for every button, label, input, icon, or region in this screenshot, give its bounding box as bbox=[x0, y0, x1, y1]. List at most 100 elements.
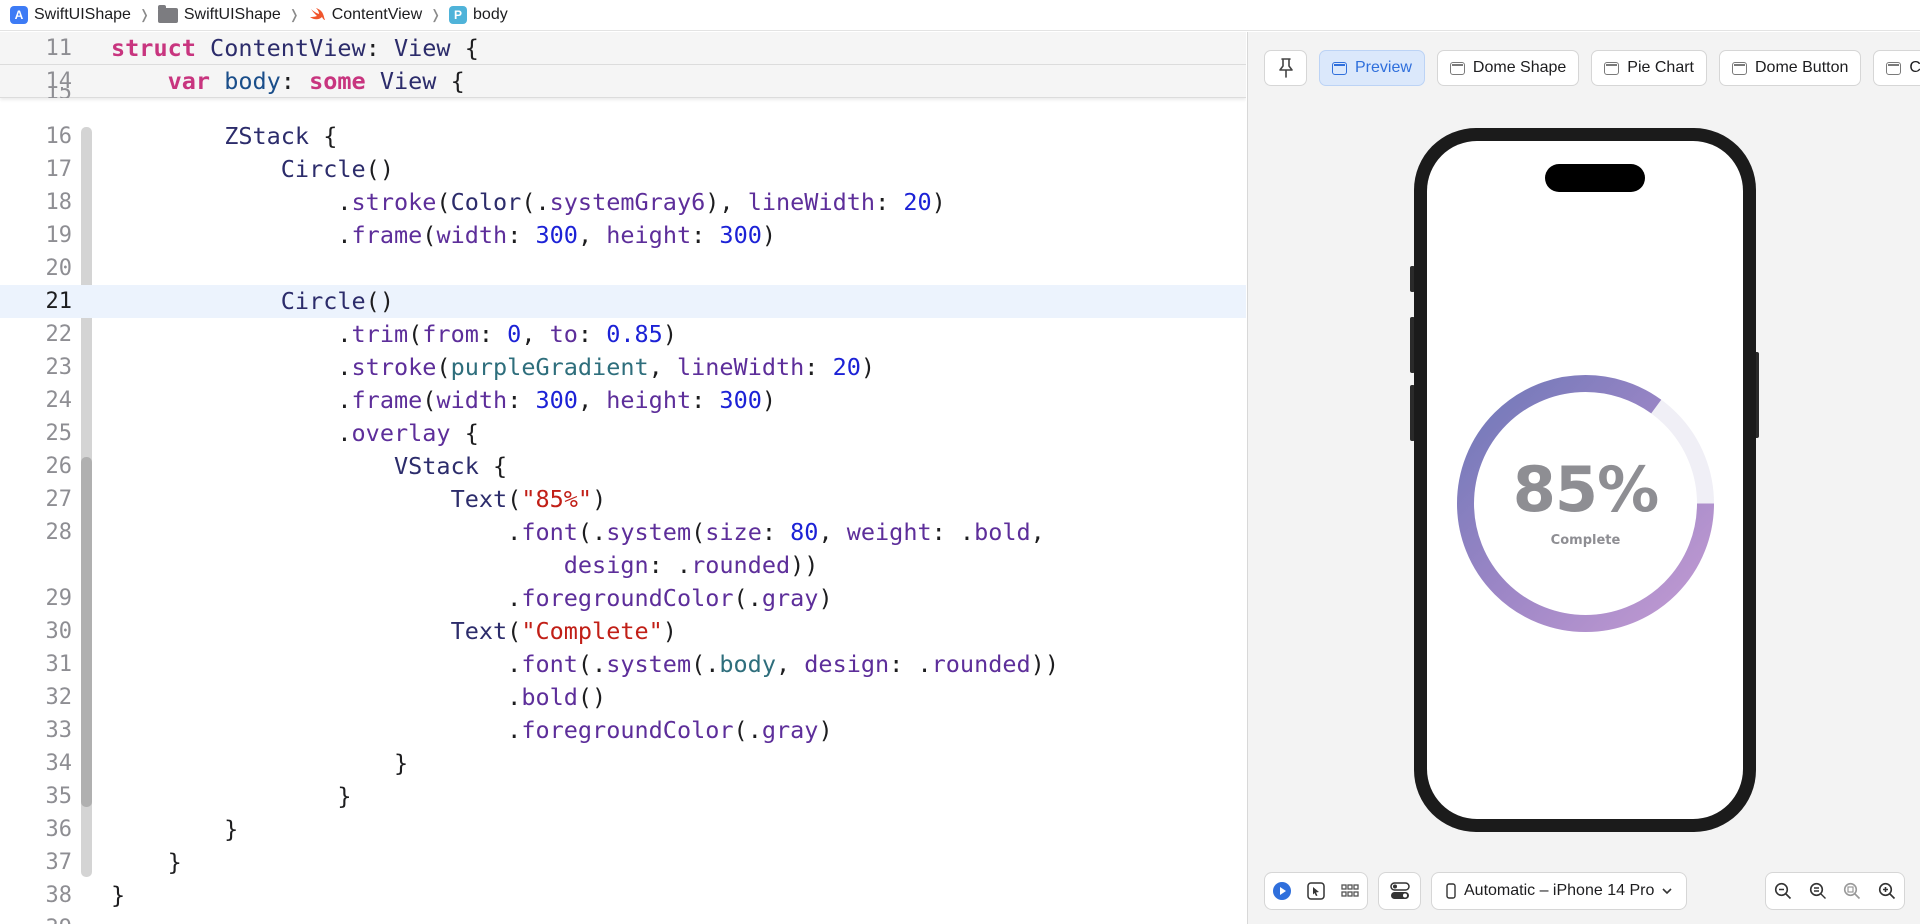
code-token: { bbox=[450, 34, 479, 62]
code-line[interactable]: 21 Circle() bbox=[0, 285, 1246, 318]
code-line[interactable]: 35 } bbox=[0, 780, 1246, 813]
line-number[interactable]: 37 bbox=[0, 846, 73, 879]
device-settings-button[interactable] bbox=[1378, 872, 1421, 910]
code-line[interactable]: 26 VStack { bbox=[0, 450, 1246, 483]
line-number[interactable]: 17 bbox=[0, 153, 73, 186]
tab-preview[interactable]: Preview bbox=[1319, 50, 1425, 86]
breadcrumb-folder[interactable]: SwiftUIShape bbox=[157, 4, 281, 24]
zoom-to-fit-button[interactable] bbox=[1837, 876, 1867, 906]
breadcrumb-symbol[interactable]: P body bbox=[449, 6, 508, 24]
code-line[interactable]: 38} bbox=[0, 879, 1246, 912]
code-line[interactable]: 28 .font(.system(size: 80, weight: .bold… bbox=[0, 516, 1246, 549]
live-preview-button[interactable] bbox=[1267, 876, 1297, 906]
line-number[interactable]: 15 bbox=[0, 87, 73, 98]
code-line[interactable]: 31 .font(.system(.body, design: .rounded… bbox=[0, 648, 1246, 681]
code-token: : bbox=[804, 353, 833, 381]
code-line[interactable]: 34 } bbox=[0, 747, 1246, 780]
variants-button[interactable] bbox=[1335, 876, 1365, 906]
line-number[interactable]: 28 bbox=[0, 516, 73, 549]
tab-circle-truncated[interactable]: Ci bbox=[1873, 50, 1920, 86]
code-token: design bbox=[804, 650, 890, 678]
line-number[interactable]: 26 bbox=[0, 450, 73, 483]
line-number[interactable]: 22 bbox=[0, 318, 73, 351]
line-number[interactable]: 30 bbox=[0, 615, 73, 648]
line-number[interactable]: 34 bbox=[0, 747, 73, 780]
code-line[interactable]: design: .rounded)) bbox=[0, 549, 1246, 582]
zoom-to-100-button[interactable] bbox=[1803, 876, 1833, 906]
zoom-controls bbox=[1765, 872, 1905, 910]
code-token: gray bbox=[761, 584, 819, 612]
code-line[interactable]: 19 .frame(width: 300, height: 300) bbox=[0, 219, 1246, 252]
line-number[interactable]: 31 bbox=[0, 648, 73, 681]
code-token: (. bbox=[691, 650, 720, 678]
line-number[interactable]: 38 bbox=[0, 879, 73, 912]
line-number[interactable]: 16 bbox=[0, 120, 73, 153]
code-line[interactable]: 22 .trim(from: 0, to: 0.85) bbox=[0, 318, 1246, 351]
line-number[interactable]: 33 bbox=[0, 714, 73, 747]
line-number[interactable]: 29 bbox=[0, 582, 73, 615]
selectable-mode-button[interactable] bbox=[1301, 876, 1331, 906]
zoom-out-button[interactable] bbox=[1768, 876, 1798, 906]
line-number[interactable]: 23 bbox=[0, 351, 73, 384]
code-line[interactable]: 37 } bbox=[0, 846, 1246, 879]
line-number[interactable]: 27 bbox=[0, 483, 73, 516]
code-token: 300 bbox=[535, 386, 578, 414]
code-line[interactable]: 36 } bbox=[0, 813, 1246, 846]
code-line[interactable]: 23 .stroke(purpleGradient, lineWidth: 20… bbox=[0, 351, 1246, 384]
line-number[interactable]: 32 bbox=[0, 681, 73, 714]
line-number[interactable]: 36 bbox=[0, 813, 73, 846]
line-number[interactable]: 39 bbox=[0, 912, 73, 924]
code-line[interactable]: 15 bbox=[0, 87, 1246, 98]
line-number[interactable]: 25 bbox=[0, 417, 73, 450]
pin-preview-button[interactable] bbox=[1264, 50, 1307, 86]
code-token: : bbox=[761, 518, 791, 546]
code-token: bold bbox=[521, 683, 578, 711]
code-token: body bbox=[719, 650, 776, 678]
code-line[interactable]: 29 .foregroundColor(.gray) bbox=[0, 582, 1246, 615]
code-line[interactable]: 25 .overlay { bbox=[0, 417, 1246, 450]
code-line[interactable]: 17 Circle() bbox=[0, 153, 1246, 186]
line-number[interactable]: 35 bbox=[0, 780, 73, 813]
tab-dome-button[interactable]: Dome Button bbox=[1719, 50, 1862, 86]
code-line[interactable]: 33 .foregroundColor(.gray) bbox=[0, 714, 1246, 747]
code-token: . bbox=[111, 683, 522, 711]
code-token: (. bbox=[577, 518, 607, 546]
code-token: ZStack bbox=[224, 122, 310, 150]
code-line[interactable]: 16 ZStack { bbox=[0, 120, 1246, 153]
code-line[interactable]: 30 Text("Complete") bbox=[0, 615, 1246, 648]
code-token: font bbox=[521, 650, 578, 678]
code-token: { bbox=[450, 419, 479, 447]
breadcrumb-file[interactable]: ContentView bbox=[308, 6, 422, 24]
zoom-in-button[interactable] bbox=[1872, 876, 1902, 906]
line-number[interactable]: 24 bbox=[0, 384, 73, 417]
tab-pie-chart[interactable]: Pie Chart bbox=[1591, 50, 1707, 86]
code-editor[interactable]: 11 struct ContentView: View {14 var body:… bbox=[0, 32, 1246, 924]
code-token: lineWidth bbox=[747, 188, 876, 216]
code-token: . bbox=[111, 650, 522, 678]
line-number[interactable]: 18 bbox=[0, 186, 73, 219]
code-line[interactable]: 24 .frame(width: 300, height: 300) bbox=[0, 384, 1246, 417]
line-number[interactable]: 19 bbox=[0, 219, 73, 252]
line-number[interactable]: 20 bbox=[0, 252, 73, 285]
breadcrumb-project[interactable]: A SwiftUIShape bbox=[10, 6, 131, 24]
window-icon bbox=[1604, 61, 1620, 75]
code-line[interactable]: 27 Text("85%") bbox=[0, 483, 1246, 516]
line-number[interactable]: 11 bbox=[0, 32, 73, 65]
line-number[interactable]: 21 bbox=[0, 285, 73, 318]
device-selector[interactable]: Automatic – iPhone 14 Pro bbox=[1431, 872, 1688, 910]
code-token: : bbox=[478, 320, 508, 348]
code-token: } bbox=[111, 848, 182, 876]
code-line[interactable]: 32 .bold() bbox=[0, 681, 1246, 714]
code-token: trim bbox=[351, 320, 409, 348]
code-token: . bbox=[111, 188, 352, 216]
code-line[interactable]: 18 .stroke(Color(.systemGray6), lineWidt… bbox=[0, 186, 1246, 219]
tab-dome-shape[interactable]: Dome Shape bbox=[1436, 50, 1580, 86]
code-line[interactable]: 11 struct ContentView: View { bbox=[0, 32, 1246, 65]
code-token: ) bbox=[761, 386, 777, 414]
code-line[interactable]: 39 bbox=[0, 912, 1246, 924]
code-token: () bbox=[365, 155, 394, 183]
code-line[interactable]: 20 bbox=[0, 252, 1246, 285]
code-token: : bbox=[507, 221, 536, 249]
code-token: height bbox=[606, 221, 692, 249]
